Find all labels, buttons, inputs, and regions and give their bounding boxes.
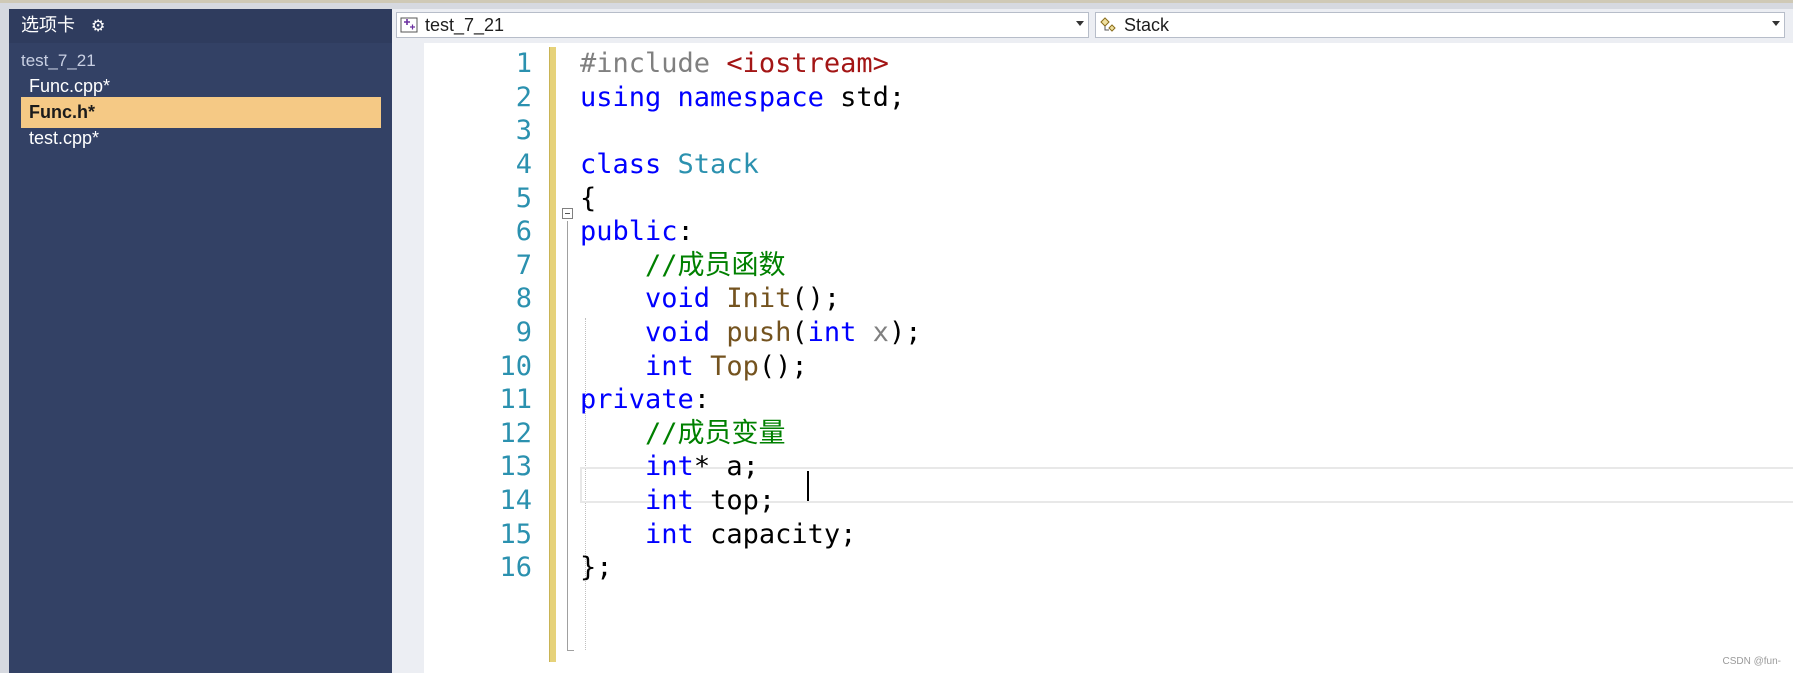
- code-line[interactable]: public:: [580, 213, 694, 251]
- line-number: 6: [515, 216, 532, 247]
- code-line[interactable]: int top;: [580, 482, 775, 520]
- top-strip: [0, 0, 1793, 9]
- code-line[interactable]: private:: [580, 381, 710, 419]
- code-editor[interactable]: 1 2 3 4 5 6 7 8 9 10 11 12 13 14 15 16 #…: [392, 43, 1793, 673]
- fold-guide-end: [567, 650, 574, 651]
- scope-dropdown-label: Stack: [1124, 15, 1170, 35]
- code-line[interactable]: #include <iostream>: [580, 45, 889, 83]
- text-caret: [807, 471, 809, 501]
- line-number: 16: [499, 552, 532, 583]
- collapse-icon[interactable]: [562, 208, 573, 219]
- watermark: CSDN @fun-: [1722, 656, 1782, 667]
- line-number: 14: [499, 485, 532, 516]
- line-number: 11: [499, 384, 532, 415]
- indicator-margin: [392, 43, 424, 673]
- navigation-bar: test_7_21 Stack: [392, 9, 1793, 42]
- code-line[interactable]: int capacity;: [580, 516, 856, 554]
- gear-icon[interactable]: ⚙: [91, 9, 105, 43]
- project-dropdown[interactable]: test_7_21: [396, 12, 1089, 38]
- project-name[interactable]: test_7_21: [21, 51, 96, 71]
- project-dropdown-label: test_7_21: [425, 15, 505, 35]
- code-line[interactable]: class Stack: [580, 146, 759, 184]
- line-number: 9: [515, 317, 532, 348]
- code-line[interactable]: int* a;: [580, 448, 759, 486]
- change-tracking-bar: [549, 47, 556, 662]
- code-line[interactable]: void push(int x);: [580, 314, 921, 352]
- project-icon: [400, 17, 418, 33]
- line-number: 8: [515, 283, 532, 314]
- line-number: 4: [515, 149, 532, 180]
- code-line[interactable]: using namespace std;: [580, 79, 905, 117]
- fold-guide: [567, 221, 568, 651]
- tabs-panel-body: 选项卡 ⚙ test_7_21 Func.cpp* Func.h* test.c…: [9, 9, 392, 673]
- code-line[interactable]: void Init();: [580, 280, 840, 318]
- scope-dropdown[interactable]: Stack: [1095, 12, 1785, 38]
- line-number: 3: [515, 115, 532, 146]
- line-number: 13: [499, 451, 532, 482]
- tabs-panel-title: 选项卡: [21, 15, 75, 36]
- tabs-panel-header: 选项卡 ⚙: [9, 9, 392, 43]
- file-tab-test-cpp[interactable]: test.cpp*: [21, 123, 381, 154]
- chevron-down-icon: [1076, 21, 1084, 26]
- editor-pane: test_7_21 Stack 1 2 3 4 5 6 7 8 9 10 11 …: [392, 9, 1793, 673]
- tabs-panel: 选项卡 ⚙ test_7_21 Func.cpp* Func.h* test.c…: [0, 9, 392, 673]
- line-number: 1: [515, 48, 532, 79]
- class-icon: [1100, 17, 1116, 32]
- chevron-down-icon: [1772, 21, 1780, 26]
- code-line[interactable]: };: [580, 549, 613, 587]
